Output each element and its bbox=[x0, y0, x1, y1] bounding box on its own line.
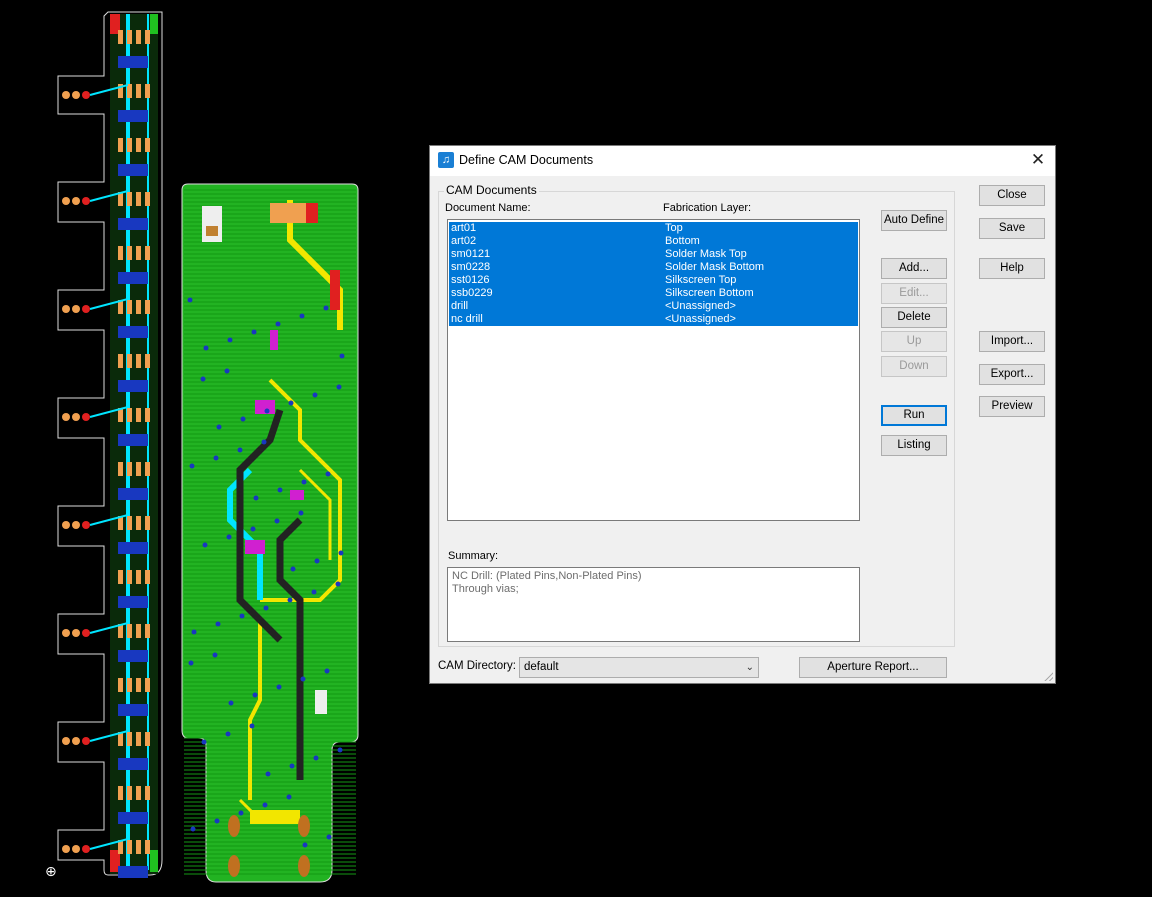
list-item[interactable]: sm0228 Solder Mask Bottom bbox=[449, 261, 858, 274]
list-item[interactable]: art02 Bottom bbox=[449, 235, 858, 248]
down-button[interactable]: Down bbox=[881, 356, 947, 377]
list-item[interactable]: nc drill <Unassigned> bbox=[449, 313, 858, 326]
summary-textbox[interactable]: NC Drill: (Plated Pins,Non-Plated Pins) … bbox=[447, 567, 860, 642]
listing-button[interactable]: Listing bbox=[881, 435, 947, 456]
document-name-cell: nc drill bbox=[451, 313, 483, 325]
import-button[interactable]: Import... bbox=[979, 331, 1045, 352]
document-name-cell: art01 bbox=[451, 222, 477, 234]
fabrication-layer-cell: Solder Mask Bottom bbox=[665, 261, 765, 273]
dialog-title: Define CAM Documents bbox=[459, 153, 594, 167]
cam-documents-group-label: CAM Documents bbox=[444, 183, 539, 197]
document-name-header: Document Name: bbox=[445, 202, 531, 214]
preview-button[interactable]: Preview bbox=[979, 396, 1045, 417]
fabrication-layer-header: Fabrication Layer: bbox=[663, 202, 752, 214]
close-icon[interactable]: ✕ bbox=[1021, 146, 1055, 176]
save-button[interactable]: Save bbox=[979, 218, 1045, 239]
cam-directory-select[interactable]: default ⌄ bbox=[519, 657, 759, 678]
fabrication-layer-cell: Silkscreen Bottom bbox=[665, 287, 754, 299]
resize-grip-icon[interactable] bbox=[1044, 672, 1053, 681]
cam-directory-value: default bbox=[524, 661, 559, 673]
cam-documents-list[interactable]: art01 Top art02 Bottom sm0121 Solder Mask Top… bbox=[447, 219, 860, 521]
origin-marker-icon: ⊕ bbox=[45, 863, 57, 879]
edit-button[interactable]: Edit... bbox=[881, 283, 947, 304]
fabrication-layer-cell: Solder Mask Top bbox=[665, 248, 747, 260]
list-item[interactable]: sm0121 Solder Mask Top bbox=[449, 248, 858, 261]
list-item[interactable]: drill <Unassigned> bbox=[449, 300, 858, 313]
fabrication-layer-cell: <Unassigned> bbox=[665, 313, 736, 325]
list-item[interactable]: ssb0229 Silkscreen Bottom bbox=[449, 287, 858, 300]
run-button[interactable]: Run bbox=[881, 405, 947, 426]
add-button[interactable]: Add... bbox=[881, 258, 947, 279]
help-button[interactable]: Help bbox=[979, 258, 1045, 279]
list-item[interactable]: art01 Top bbox=[449, 222, 858, 235]
summary-label: Summary: bbox=[448, 550, 499, 562]
export-button[interactable]: Export... bbox=[979, 364, 1045, 385]
aperture-report-button[interactable]: Aperture Report... bbox=[799, 657, 947, 678]
document-name-cell: art02 bbox=[451, 235, 477, 247]
document-name-cell: sm0228 bbox=[451, 261, 491, 273]
fabrication-layer-cell: Bottom bbox=[665, 235, 700, 247]
app-icon: ♫ bbox=[438, 152, 454, 168]
document-name-cell: ssb0229 bbox=[451, 287, 493, 299]
delete-button[interactable]: Delete bbox=[881, 307, 947, 328]
summary-line: NC Drill: (Plated Pins,Non-Plated Pins) bbox=[452, 570, 642, 582]
dialog-titlebar[interactable]: ♫ Define CAM Documents ✕ bbox=[430, 146, 1055, 176]
document-name-cell: sst0126 bbox=[451, 274, 490, 286]
fabrication-layer-cell: <Unassigned> bbox=[665, 300, 736, 312]
chevron-down-icon: ⌄ bbox=[745, 662, 754, 673]
fabrication-layer-cell: Silkscreen Top bbox=[665, 274, 737, 286]
auto-define-button[interactable]: Auto Define bbox=[881, 210, 947, 231]
define-cam-documents-dialog: ♫ Define CAM Documents ✕ CAM Documents D… bbox=[429, 145, 1056, 684]
up-button[interactable]: Up bbox=[881, 331, 947, 352]
list-item[interactable]: sst0126 Silkscreen Top bbox=[449, 274, 858, 287]
summary-line: Through vias; bbox=[452, 583, 519, 595]
fabrication-layer-cell: Top bbox=[665, 222, 683, 234]
cam-directory-label: CAM Directory: bbox=[438, 660, 516, 672]
document-name-cell: drill bbox=[451, 300, 469, 312]
document-name-cell: sm0121 bbox=[451, 248, 491, 260]
close-button[interactable]: Close bbox=[979, 185, 1045, 206]
